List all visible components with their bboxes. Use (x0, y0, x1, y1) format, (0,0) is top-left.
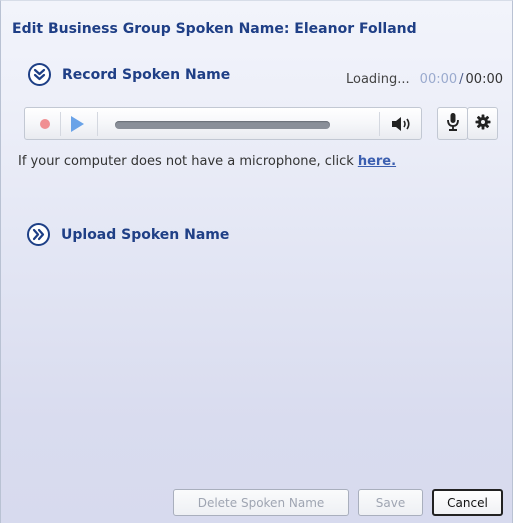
edit-spoken-name-dialog: Edit Business Group Spoken Name: Eleanor… (0, 0, 513, 523)
total-time: 00:00 (465, 72, 503, 87)
gear-icon (475, 114, 491, 134)
current-time: 00:00 (419, 72, 458, 87)
player-divider (379, 112, 380, 136)
record-section-header[interactable]: Record Spoken Name (28, 63, 230, 86)
upload-section-label: Upload Spoken Name (61, 226, 230, 243)
playback-status: Loading... 00:00/00:00 (346, 72, 503, 87)
hint-text: If your computer does not have a microph… (18, 154, 354, 169)
chevron-double-right-icon[interactable] (27, 223, 50, 246)
microphone-button[interactable] (437, 107, 468, 140)
settings-button[interactable] (467, 107, 498, 140)
dialog-title: Edit Business Group Spoken Name: Eleanor… (12, 21, 417, 37)
microphone-hint: If your computer does not have a microph… (18, 154, 396, 169)
player-divider (97, 112, 98, 136)
here-link[interactable]: here. (358, 154, 396, 169)
speaker-icon[interactable] (390, 114, 414, 134)
audio-player-bar (24, 107, 422, 140)
record-section-label: Record Spoken Name (62, 66, 231, 83)
time-separator: / (459, 72, 464, 87)
cancel-button[interactable]: Cancel (432, 489, 503, 516)
progress-track[interactable] (115, 121, 330, 129)
chevron-double-down-icon[interactable] (28, 63, 51, 86)
microphone-icon (445, 112, 461, 136)
save-button[interactable]: Save (358, 489, 423, 516)
play-icon[interactable] (71, 116, 84, 132)
upload-section-header[interactable]: Upload Spoken Name (27, 223, 229, 246)
player-divider (60, 112, 61, 136)
record-icon[interactable] (40, 119, 50, 129)
loading-text: Loading... (345, 72, 410, 87)
delete-spoken-name-button[interactable]: Delete Spoken Name (173, 489, 349, 516)
